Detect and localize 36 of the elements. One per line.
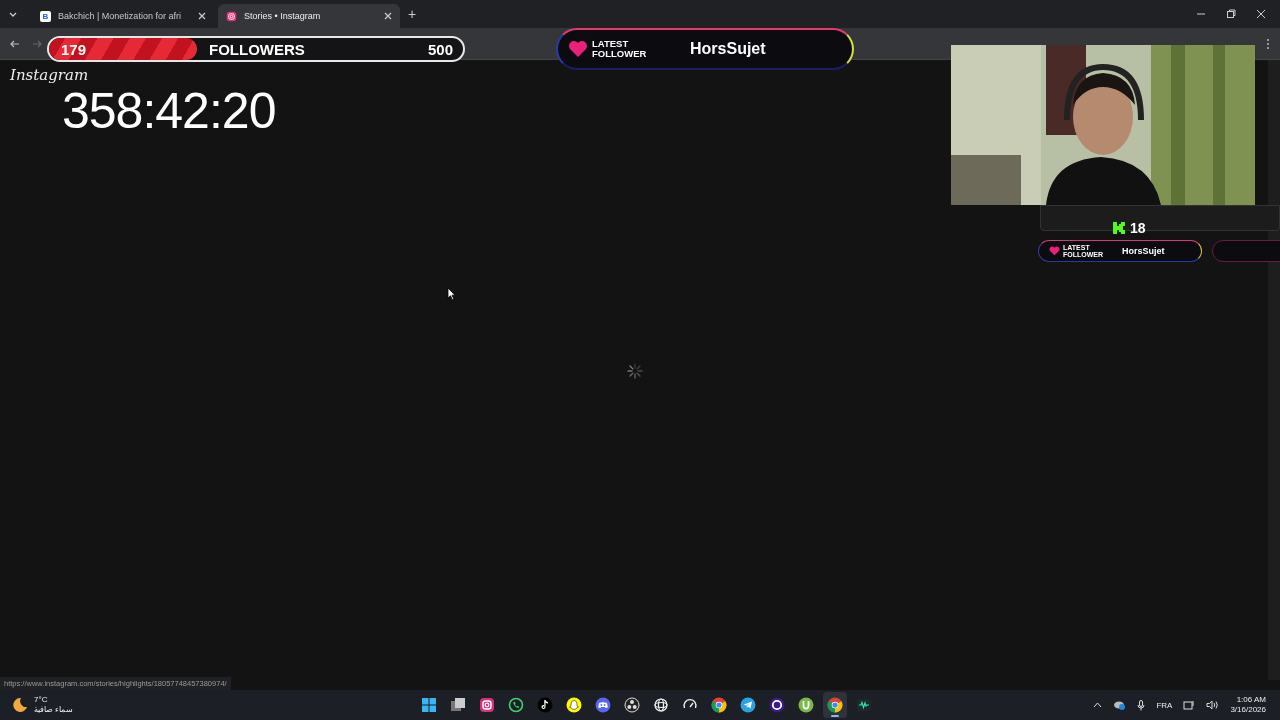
clock-date[interactable]: 3/16/2026	[1230, 705, 1266, 715]
restore-icon[interactable]	[1226, 9, 1236, 19]
temperature: 7°C	[34, 695, 49, 705]
browser-icon[interactable]	[823, 692, 847, 718]
close-icon[interactable]	[198, 12, 206, 20]
countdown-timer: 358:42:20	[62, 83, 276, 140]
follower-name: HorsSujet	[690, 40, 766, 58]
current-count: 179	[61, 40, 87, 58]
close-icon[interactable]	[384, 12, 392, 20]
heart-icon	[568, 40, 588, 58]
weather-condition: سماء صافية	[34, 705, 74, 715]
browser-tab[interactable]: Stories • Instagram	[218, 4, 400, 28]
back-icon[interactable]	[10, 38, 20, 49]
camera-icon	[226, 10, 237, 22]
speaker-icon[interactable]	[1206, 700, 1220, 710]
letter-k-icon	[1112, 221, 1126, 235]
moon-icon[interactable]	[12, 697, 28, 713]
goal-label: FOLLOWERS	[209, 40, 305, 58]
menu-icon[interactable]	[1266, 37, 1270, 50]
close-icon[interactable]	[1256, 9, 1266, 19]
chevron-up-icon[interactable]	[1093, 702, 1103, 708]
viewer-count: 18	[1130, 220, 1146, 236]
banner-label: LATEST FOLLOWER	[592, 39, 648, 59]
follower-name: HorsSujet	[1122, 246, 1165, 256]
input-language[interactable]: FRA	[1156, 700, 1173, 710]
site-favicon: B	[40, 10, 51, 22]
scrollbar[interactable]	[1268, 60, 1280, 680]
browser-tab[interactable]: B Bakchich | Monetization for afri	[32, 4, 214, 28]
clock-time[interactable]: 1:06 AM	[1236, 695, 1266, 705]
instagram-logo[interactable]: Instagram	[10, 66, 89, 84]
network-icon[interactable]	[1183, 699, 1196, 711]
microphone-icon[interactable]	[1137, 699, 1146, 711]
heart-icon	[1049, 246, 1060, 256]
new-tab-button[interactable]: +	[408, 6, 417, 22]
cloud-icon[interactable]	[1113, 700, 1127, 710]
target-count: 500	[427, 40, 453, 58]
